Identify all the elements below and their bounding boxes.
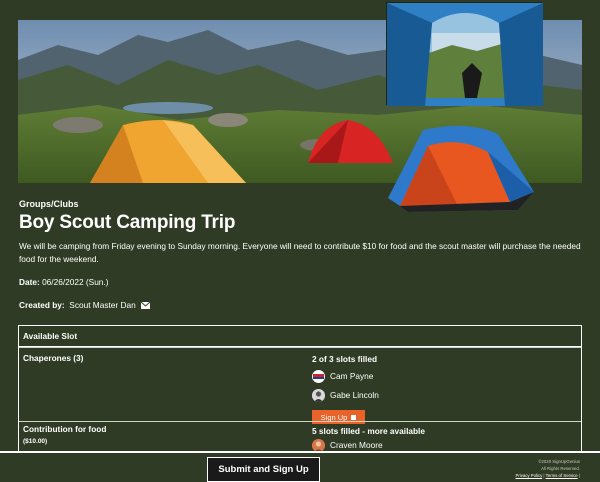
slot-name: Contribution for food <box>23 424 107 434</box>
created-by-label: Created by: <box>19 300 65 310</box>
participant-name: Gabe Lincoln <box>330 390 379 400</box>
participant-name: Cam Payne <box>330 371 374 381</box>
submit-and-sign-up-button[interactable]: Submit and Sign Up <box>207 457 320 482</box>
participant: Cam Payne <box>312 369 379 383</box>
slot-row-contribution: Contribution for food ($10.00) 5 slots f… <box>19 421 581 454</box>
event-description: We will be camping from Friday evening t… <box>19 241 581 264</box>
terms-of-service-link[interactable]: Terms of Service <box>546 473 578 478</box>
slot-price: ($10.00) <box>23 438 48 445</box>
created-by-name: Scout Master Dan <box>69 300 136 310</box>
slot-name: Chaperones (3) <box>23 353 84 363</box>
avatar-icon <box>312 388 325 402</box>
slots-table-header: Available Slot <box>19 326 581 347</box>
legal-info: ©2020 SignUpGenius All Rights Reserved. … <box>515 459 580 479</box>
participant-name: Craven Moore <box>330 440 383 450</box>
avatar-icon <box>312 369 325 383</box>
copyright-text: ©2020 SignUpGenius <box>538 459 580 464</box>
mail-icon[interactable] <box>141 302 150 309</box>
slot-status: 5 slots filled - more available <box>312 426 425 436</box>
rights-text: All Rights Reserved. <box>541 465 580 471</box>
legal-separator: | <box>543 472 545 478</box>
slots-table: Available Slot Chaperones (3) 2 of 3 slo… <box>18 325 582 455</box>
dome-tent-image <box>388 122 534 214</box>
legal-separator: | <box>578 472 580 478</box>
participant: Craven Moore <box>312 438 425 452</box>
created-by-row: Created by: Scout Master Dan <box>19 300 150 310</box>
event-category: Groups/Clubs <box>19 199 79 209</box>
slot-status: 2 of 3 slots filled <box>312 354 378 364</box>
tent-view-photo <box>386 2 543 106</box>
event-date-row: Date: 06/26/2022 (Sun.) <box>19 277 109 287</box>
footer-bar: Submit and Sign Up ©2020 SignUpGenius Al… <box>0 451 600 482</box>
date-label: Date: <box>19 277 40 287</box>
date-value: 06/26/2022 (Sun.) <box>42 277 109 287</box>
avatar-icon <box>312 438 325 452</box>
checkbox-icon <box>351 414 357 420</box>
privacy-policy-link[interactable]: Privacy Policy <box>515 473 542 478</box>
event-title: Boy Scout Camping Trip <box>19 212 236 233</box>
slot-row-chaperones: Chaperones (3) 2 of 3 slots filled Cam P… <box>19 347 581 424</box>
participant: Gabe Lincoln <box>312 388 379 402</box>
